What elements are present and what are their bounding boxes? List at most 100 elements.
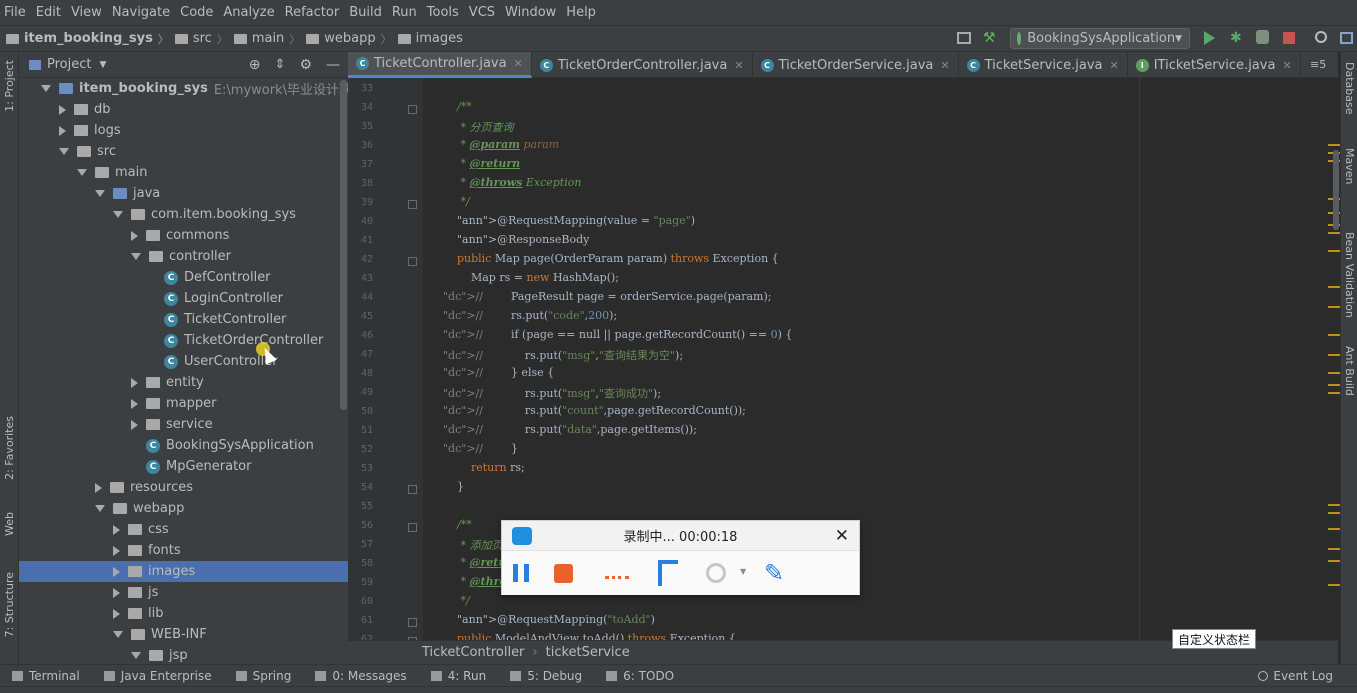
fold-icon[interactable]	[408, 105, 417, 114]
tool-window-5-debug[interactable]: 5: Debug	[498, 669, 594, 683]
warning-marker[interactable]	[1328, 512, 1340, 514]
warning-marker[interactable]	[1328, 306, 1340, 308]
chevron-right-icon[interactable]	[59, 125, 66, 136]
warning-marker[interactable]	[1328, 232, 1340, 234]
warning-marker[interactable]	[1328, 548, 1340, 550]
tool-window-terminal[interactable]: Terminal	[0, 669, 92, 683]
coverage-icon[interactable]	[1256, 30, 1269, 44]
warning-marker[interactable]	[1328, 560, 1340, 562]
stop-icon[interactable]	[1283, 32, 1295, 44]
project-scrollbar[interactable]	[340, 80, 347, 410]
tree-node-resources[interactable]: resources	[95, 477, 193, 498]
warning-marker[interactable]	[1328, 392, 1340, 394]
fold-icon[interactable]	[408, 200, 417, 209]
chevron-down-icon[interactable]	[131, 253, 141, 260]
debug-icon[interactable]: ✱	[1230, 30, 1246, 46]
close-icon[interactable]: ✕	[514, 57, 523, 70]
menu-item-vcs[interactable]: VCS	[464, 5, 500, 20]
close-icon[interactable]: ✕	[940, 59, 949, 72]
search-icon[interactable]	[1315, 31, 1327, 43]
tree-node-web-inf[interactable]: WEB-INF	[113, 624, 207, 645]
chevron-right-icon[interactable]	[113, 545, 120, 556]
tree-node-commons[interactable]: commons	[131, 225, 229, 246]
fold-icon[interactable]	[408, 523, 417, 532]
tree-node-java[interactable]: java	[95, 183, 160, 204]
tree-node-mpgenerator[interactable]: C MpGenerator	[131, 456, 251, 477]
gear-icon[interactable]: ⚙	[299, 57, 312, 73]
tree-node-src[interactable]: src	[59, 141, 116, 162]
menu-item-file[interactable]: File	[0, 5, 31, 20]
collapse-all-icon[interactable]: ⇕	[275, 57, 286, 72]
tab-overflow-button[interactable]: ≡5	[1310, 58, 1326, 71]
tree-node-images[interactable]: images	[19, 561, 348, 582]
tool-window-0-messages[interactable]: 0: Messages	[303, 669, 418, 683]
tree-node-js[interactable]: js	[113, 582, 158, 603]
nav-crumb-webapp[interactable]: webapp 〉	[306, 31, 392, 47]
warning-marker[interactable]	[1328, 144, 1340, 146]
event-log-button[interactable]: Event Log	[1246, 669, 1357, 683]
menu-item-run[interactable]: Run	[387, 5, 422, 20]
project-structure-icon[interactable]	[957, 32, 971, 44]
pen-tool-icon[interactable]	[658, 560, 678, 586]
menu-item-help[interactable]: Help	[561, 5, 601, 20]
nav-crumb-src[interactable]: src 〉	[174, 31, 228, 47]
tab-iticketservice-java[interactable]: I ITicketService.java ✕	[1128, 52, 1301, 78]
menu-item-edit[interactable]: Edit	[31, 5, 66, 20]
chevron-down-icon[interactable]	[95, 190, 105, 197]
project-tool-button[interactable]: 1: Project	[3, 60, 16, 112]
webcam-icon[interactable]	[706, 563, 726, 583]
tool-ant-build[interactable]: Ant Build	[1343, 346, 1356, 396]
pause-icon[interactable]	[513, 564, 529, 582]
warning-marker[interactable]	[1328, 504, 1340, 506]
tree-node-controller[interactable]: controller	[131, 246, 231, 267]
tree-node-logincontroller[interactable]: C LoginController	[149, 288, 283, 309]
nav-crumb-images[interactable]: images	[397, 31, 463, 46]
tree-node-defcontroller[interactable]: C DefController	[149, 267, 271, 288]
warning-marker[interactable]	[1328, 584, 1340, 586]
favorites-tool-button[interactable]: 2: Favorites	[3, 416, 16, 480]
editor-scroll-thumb[interactable]	[1333, 150, 1339, 230]
tree-node-jsp[interactable]: jsp	[131, 645, 188, 666]
warning-marker[interactable]	[1328, 372, 1340, 374]
tree-node-ticketordercontroller[interactable]: C TicketOrderController	[149, 330, 323, 351]
chevron-right-icon[interactable]	[113, 566, 120, 577]
nav-crumb-main[interactable]: main 〉	[233, 31, 300, 47]
tree-node-css[interactable]: css	[113, 519, 169, 540]
web-tool-button[interactable]: Web	[3, 512, 16, 536]
run-configuration-select[interactable]: BookingSysApplication ▼	[1010, 28, 1190, 49]
tree-node-db[interactable]: db	[59, 99, 111, 120]
menu-item-tools[interactable]: Tools	[422, 5, 464, 20]
layout-icon[interactable]	[1340, 32, 1353, 44]
chevron-down-icon[interactable]	[131, 652, 141, 659]
tree-node-logs[interactable]: logs	[59, 120, 121, 141]
fold-icon[interactable]	[408, 485, 417, 494]
warning-marker[interactable]	[1328, 250, 1340, 252]
tree-node-mapper[interactable]: mapper	[131, 393, 216, 414]
menu-item-window[interactable]: Window	[500, 5, 561, 20]
stop-recording-icon[interactable]	[554, 564, 573, 583]
fold-icon[interactable]	[408, 257, 417, 266]
build-hammer-icon[interactable]: ⚒	[983, 30, 999, 46]
warning-marker[interactable]	[1328, 334, 1340, 336]
tool-window-4-run[interactable]: 4: Run	[419, 669, 499, 683]
chevron-down-icon[interactable]	[113, 211, 123, 218]
chevron-right-icon[interactable]	[131, 398, 138, 409]
tool-maven[interactable]: Maven	[1343, 148, 1356, 184]
tree-node-bookingsysapplication[interactable]: C BookingSysApplication	[131, 435, 314, 456]
chevron-right-icon[interactable]	[113, 608, 120, 619]
chevron-right-icon[interactable]	[131, 419, 138, 430]
fold-icon[interactable]	[408, 618, 417, 627]
chevron-right-icon[interactable]	[113, 524, 120, 535]
chevron-right-icon[interactable]	[131, 377, 138, 388]
tab-ticketcontroller-java[interactable]: C TicketController.java ✕	[348, 52, 532, 78]
tree-node-main[interactable]: main	[77, 162, 147, 183]
chevron-down-icon[interactable]	[77, 169, 87, 176]
structure-tool-button[interactable]: 7: Structure	[3, 572, 16, 637]
tool-window-java-enterprise[interactable]: Java Enterprise	[92, 669, 224, 683]
close-icon[interactable]: ✕	[1110, 59, 1119, 72]
close-icon[interactable]: ✕	[1282, 59, 1291, 72]
chevron-right-icon[interactable]	[59, 104, 66, 115]
tree-node-entity[interactable]: entity	[131, 372, 204, 393]
audio-level-icon[interactable]	[605, 576, 629, 579]
tree-node-com-item-booking-sys[interactable]: com.item.booking_sys	[113, 204, 296, 225]
